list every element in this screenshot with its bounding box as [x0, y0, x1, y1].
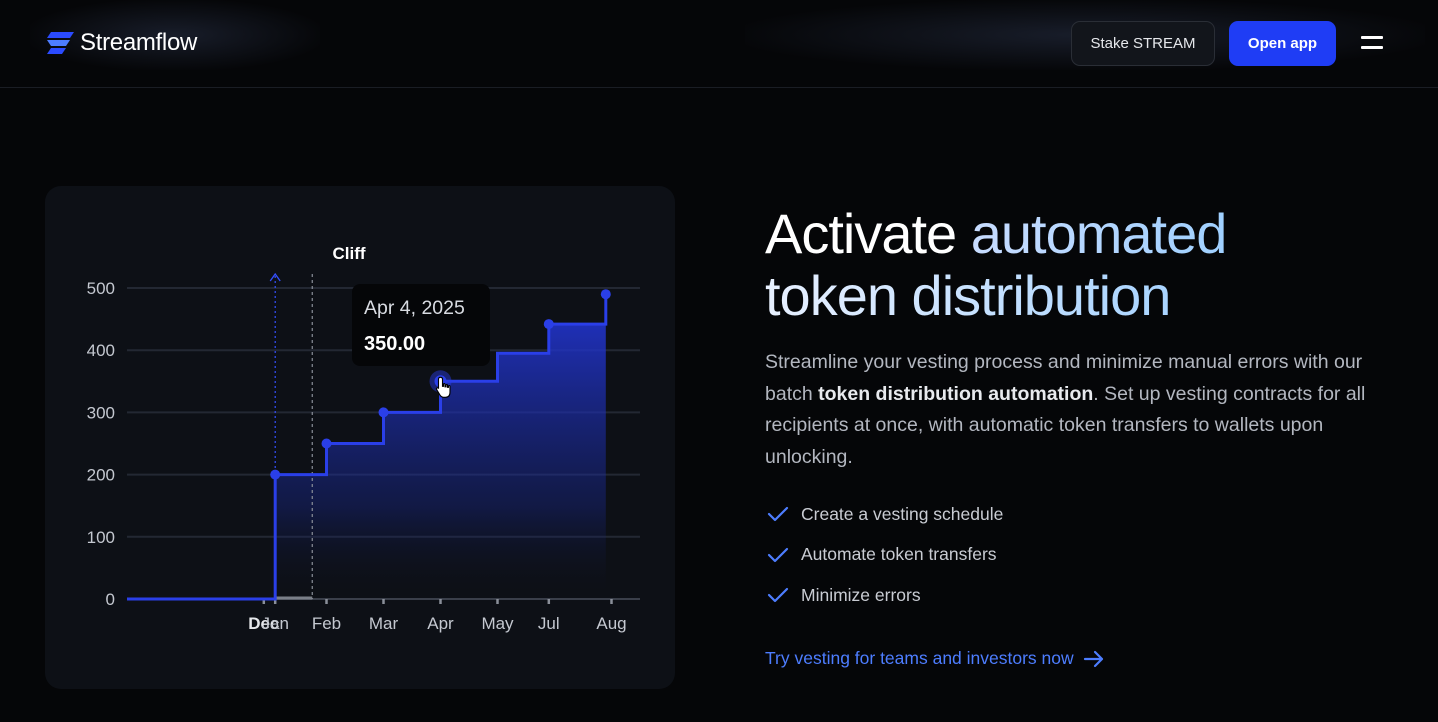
headline-line2: token distribution [765, 264, 1171, 327]
feature-label: Create a vesting schedule [801, 503, 1004, 524]
y-tick-label: 100 [87, 528, 115, 547]
stake-stream-button[interactable]: Stake STREAM [1071, 21, 1215, 66]
check-icon [767, 588, 789, 603]
data-point [378, 407, 389, 418]
x-tick-label: Jul [538, 614, 560, 633]
desc-bold: token distribution automation [818, 382, 1094, 405]
x-tick-label: May [481, 614, 514, 633]
vesting-chart: 0100200300400500DecJan Feb Mar Apr May Jul Aug… [87, 244, 640, 633]
check-icon [767, 507, 789, 522]
feature-item: Minimize errors [767, 575, 1003, 616]
site-header: Streamflow Stake STREAM Open app [0, 0, 1438, 88]
y-tick-label: 200 [87, 466, 115, 485]
open-app-button[interactable]: Open app [1229, 21, 1336, 66]
x-tick-label: Aug [596, 614, 626, 633]
x-tick-label: Mar [369, 614, 399, 633]
y-tick-label: 400 [87, 341, 115, 360]
x-tick-label: Feb [312, 614, 341, 633]
x-tick-label: Apr [427, 614, 454, 633]
tooltip-value: 350.00 [364, 333, 425, 355]
feature-label: Minimize errors [801, 584, 921, 605]
feature-item: Create a vesting schedule [767, 494, 1003, 535]
feature-item: Automate token transfers [767, 535, 1003, 576]
brand-logo[interactable]: Streamflow [45, 29, 197, 57]
data-point [600, 289, 611, 300]
hamburger-menu-icon[interactable] [1358, 33, 1386, 53]
data-point [543, 319, 554, 330]
y-tick-label: 500 [87, 279, 115, 298]
vesting-chart-card: 0 100 200 300 400 500 Dec Jan Feb Mar Apr May Jul Aug… [45, 186, 675, 689]
x-tick-label: Jan [261, 614, 288, 633]
check-icon [767, 547, 789, 562]
cta-label: Try vesting for teams and investors now [765, 648, 1074, 668]
streamflow-logo-icon [47, 32, 74, 54]
y-tick-label: 0 [106, 590, 115, 609]
data-point [321, 438, 332, 449]
headline-plain: Activate [765, 202, 971, 265]
cliff-label: Cliff [332, 244, 365, 263]
data-point [270, 469, 281, 480]
brand-name: Streamflow [80, 29, 198, 56]
tooltip-date: Apr 4, 2025 [364, 297, 465, 319]
headline-accent: automated [970, 202, 1228, 265]
try-vesting-link[interactable]: Try vesting for teams and investors now [765, 648, 1105, 669]
hero-description: Streamline your vesting process and mini… [765, 347, 1385, 473]
feature-list: Create a vesting schedule Automate token… [767, 494, 1003, 616]
feature-label: Automate token transfers [801, 544, 997, 565]
hero-headline: Activate automated token distribution [765, 203, 1385, 327]
arrow-right-icon [1083, 650, 1103, 667]
y-tick-label: 300 [87, 403, 115, 422]
